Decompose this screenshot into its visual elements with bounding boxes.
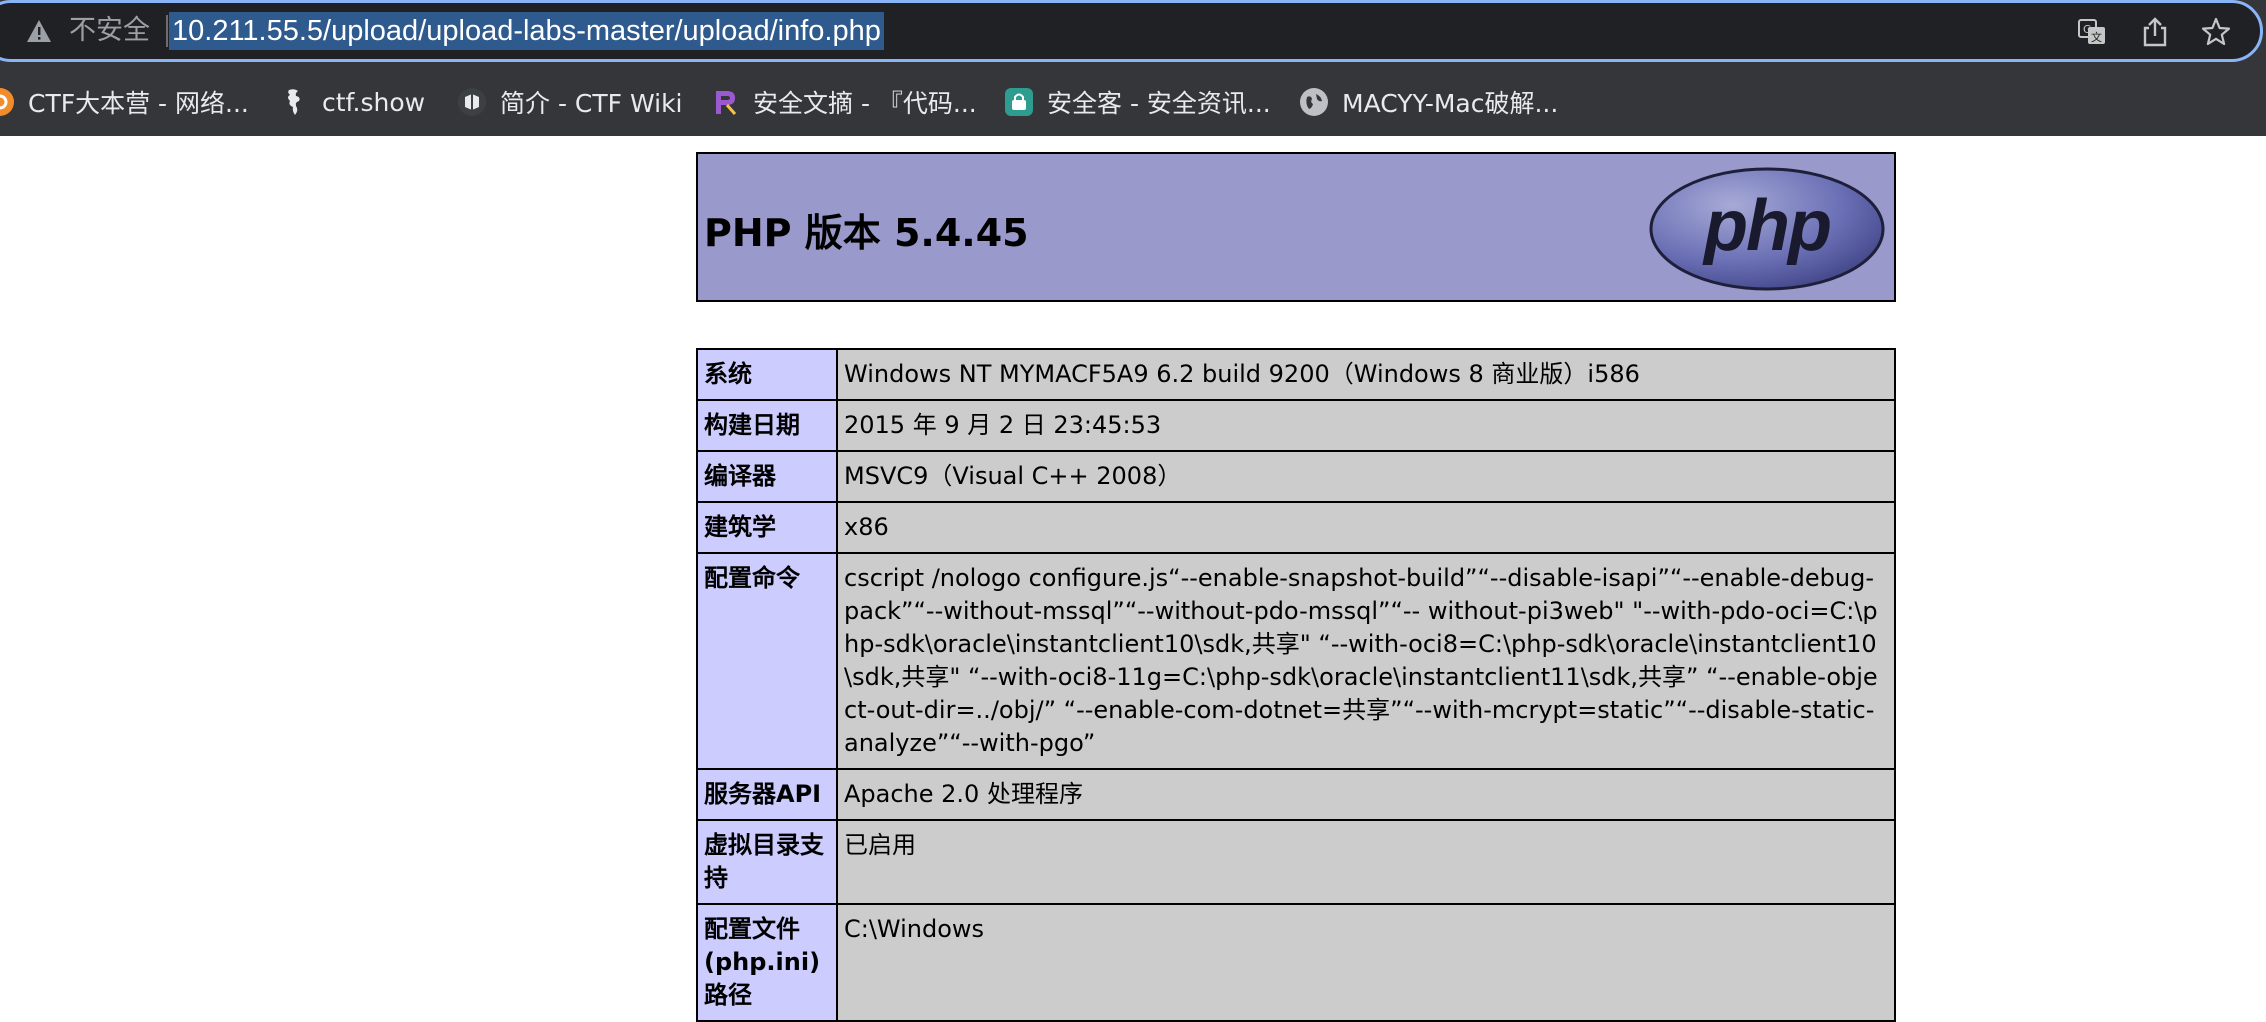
- row-value: x86: [836, 501, 1896, 554]
- svg-text:文: 文: [2091, 30, 2102, 44]
- php-info-table: 系统 Windows NT MYMACF5A9 6.2 build 9200（Wi…: [696, 348, 1896, 1022]
- row-value: MSVC9（Visual C++ 2008）: [836, 450, 1896, 503]
- share-icon[interactable]: [2138, 15, 2172, 49]
- bookmark-label: 安全文摘 - 『代码...: [753, 89, 977, 118]
- globe-icon: [1300, 88, 1328, 116]
- address-divider: [166, 15, 168, 47]
- url-text[interactable]: 10.211.55.5/upload/upload-labs-master/up…: [169, 12, 884, 50]
- page-title: PHP 版本 5.4.45: [704, 211, 1029, 255]
- table-row: 虚拟目录支持 已启用: [696, 819, 1896, 905]
- row-key: 虚拟目录支持: [696, 819, 838, 905]
- row-value: C:\Windows: [836, 903, 1896, 1022]
- php-logo[interactable]: php: [1648, 166, 1886, 292]
- bookmarks-bar: CTF大本营 - 网络... ctf.show 简介 - CTF Wiki 安全…: [0, 80, 2266, 124]
- row-key: 配置文件 (php.ini) 路径: [696, 903, 838, 1022]
- table-row: 构建日期 2015 年 9 月 2 日 23:45:53: [696, 399, 1896, 452]
- row-key: 配置命令: [696, 552, 838, 770]
- page-content: PHP 版本 5.4.45 php 系统 Windows NT MYMACF5A9…: [0, 136, 2266, 1022]
- table-row: 配置命令 cscript /nologo configure.js“--enabl…: [696, 552, 1896, 770]
- insecure-label[interactable]: 不安全: [69, 13, 150, 49]
- table-row: 系统 Windows NT MYMACF5A9 6.2 build 9200（Wi…: [696, 348, 1896, 401]
- browser-chrome: 不安全 10.211.55.5/upload/upload-labs-maste…: [0, 0, 2266, 136]
- bookmark-star-icon[interactable]: [2199, 15, 2233, 49]
- bookmark-ctf-dabenying[interactable]: CTF大本营 - 网络...: [0, 80, 249, 124]
- bookmark-label: 简介 - CTF Wiki: [500, 89, 683, 118]
- bookmark-label: MACYY-Mac破解...: [1342, 89, 1559, 118]
- php-logo-text: php: [1702, 186, 1830, 266]
- warning-icon[interactable]: [25, 17, 53, 45]
- table-row: 配置文件 (php.ini) 路径 C:\Windows: [696, 903, 1896, 1022]
- bookmark-macyy[interactable]: MACYY-Mac破解...: [1300, 80, 1558, 124]
- row-key: 建筑学: [696, 501, 838, 554]
- ctfshow-figure-icon: [280, 88, 308, 116]
- row-key: 构建日期: [696, 399, 838, 452]
- bookmark-anquanke[interactable]: 安全客 - 安全资讯...: [1005, 80, 1271, 124]
- table-row: 服务器API Apache 2.0 处理程序: [696, 768, 1896, 821]
- row-value: 已启用: [836, 819, 1896, 905]
- row-value: 2015 年 9 月 2 日 23:45:53: [836, 399, 1896, 452]
- row-key: 编译器: [696, 450, 838, 503]
- bookmark-label: CTF大本营 - 网络...: [28, 89, 249, 118]
- bookmark-label: 安全客 - 安全资讯...: [1047, 89, 1271, 118]
- table-row: 建筑学 x86: [696, 501, 1896, 554]
- table-row: 编译器 MSVC9（Visual C++ 2008）: [696, 450, 1896, 503]
- php-version-header: PHP 版本 5.4.45 php: [696, 152, 1896, 302]
- ctf-orange-icon: [0, 88, 14, 116]
- row-key: 服务器API: [696, 768, 838, 821]
- row-value: cscript /nologo configure.js“--enable-sn…: [836, 552, 1896, 770]
- bookmark-ctf-show[interactable]: ctf.show: [280, 80, 425, 124]
- bookmark-anquan-wenzhai[interactable]: 安全文摘 - 『代码...: [711, 80, 977, 124]
- ctf-wiki-icon: [458, 88, 486, 116]
- translate-icon[interactable]: G 文: [2075, 15, 2109, 49]
- row-value: Windows NT MYMACF5A9 6.2 build 9200（Wind…: [836, 348, 1896, 401]
- address-bar[interactable]: 不安全 10.211.55.5/upload/upload-labs-maste…: [0, 0, 2263, 62]
- bookmark-label: ctf.show: [322, 87, 426, 117]
- bookmark-ctf-wiki[interactable]: 简介 - CTF Wiki: [458, 80, 683, 124]
- row-value: Apache 2.0 处理程序: [836, 768, 1896, 821]
- row-key: 系统: [696, 348, 838, 401]
- anquan-wenzhai-icon: [711, 88, 739, 116]
- anquanke-icon: [1005, 88, 1033, 116]
